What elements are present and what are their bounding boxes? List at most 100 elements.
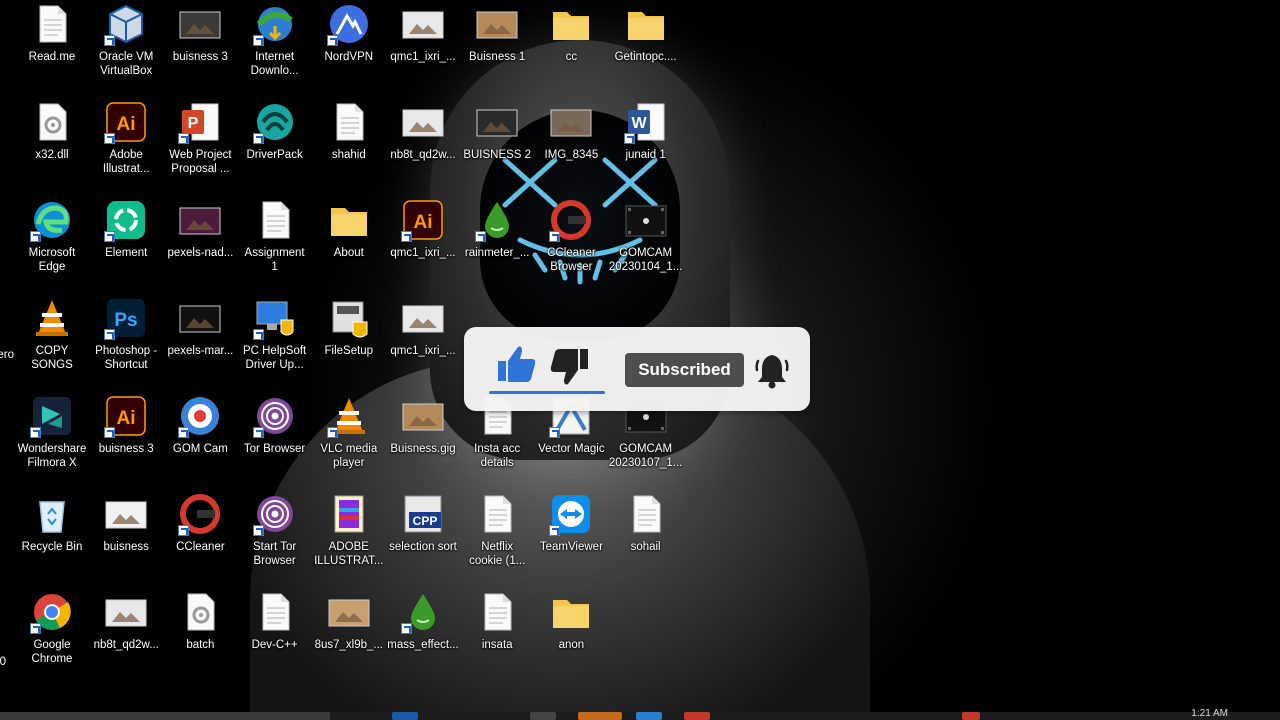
taskbar-app-4[interactable] — [636, 712, 662, 720]
image-thumb-icon — [178, 198, 222, 242]
desktop-icon[interactable]: Ai buisness 3 — [88, 392, 164, 484]
subscribed-button[interactable]: Subscribed — [625, 353, 744, 387]
shortcut-arrow-icon — [104, 35, 116, 46]
desktop-icon-label: Buisness 1 — [469, 51, 526, 63]
desktop-icon[interactable]: PC HelpSoft Driver Up... — [237, 294, 313, 386]
desktop-icon-label: PC HelpSoft Driver Up... — [242, 345, 307, 371]
desktop-icon-label: ADOBE ILLUSTRAT... — [314, 541, 384, 567]
desktop-icon-label: mass_effect... — [387, 639, 459, 651]
taskbar-search-box[interactable] — [0, 712, 330, 720]
desktop-icon[interactable]: mass_effect... — [385, 588, 461, 680]
desktop-icon[interactable]: Buisness.gig — [385, 392, 461, 484]
desktop-icon[interactable]: insata — [459, 588, 535, 680]
desktop-icon[interactable]: cc — [533, 0, 609, 92]
desktop-icon[interactable]: Recycle Bin — [14, 490, 90, 582]
taskbar-app-3[interactable] — [578, 712, 622, 720]
filmora-icon — [30, 394, 74, 438]
desktop-icon-label: Oracle VM VirtualBox — [99, 51, 154, 77]
shortcut-arrow-icon — [178, 133, 190, 144]
desktop-icon[interactable]: VLC media player — [311, 392, 387, 484]
illustrator-icon: Ai — [104, 100, 148, 144]
desktop-icon[interactable]: qmc1_ixri_... — [385, 294, 461, 386]
taskbar-clock[interactable]: 1:21 AM — [1191, 708, 1228, 719]
desktop-icon[interactable]: GOMCAM 20230104_1... — [608, 196, 684, 288]
desktop-icon[interactable]: CCleaner Browser — [533, 196, 609, 288]
desktop-icon[interactable]: 8us7_xl9b_... — [311, 588, 387, 680]
desktop-icon[interactable]: Tor Browser — [237, 392, 313, 484]
desktop-icon-label: Getintopc.... — [614, 51, 677, 63]
desktop-icon[interactable]: Dev-C++ — [237, 588, 313, 680]
desktop-icon[interactable]: Assignment 1 — [237, 196, 313, 288]
desktop-icon[interactable]: x32.dll — [14, 98, 90, 190]
desktop-icon[interactable]: Start Tor Browser — [237, 490, 313, 582]
bell-icon[interactable] — [754, 351, 790, 389]
taskbar-app-1[interactable] — [392, 712, 418, 720]
desktop-icon[interactable]: Ai qmc1_ixri_... — [385, 196, 461, 288]
desktop-icon[interactable]: TeamViewer — [533, 490, 609, 582]
desktop-icon-label: shahid — [331, 149, 366, 161]
desktop-icon[interactable]: sohail — [608, 490, 684, 582]
desktop-icon[interactable]: rainmeter_... — [459, 196, 535, 288]
desktop-icon-label: TeamViewer — [539, 541, 603, 553]
desktop-icon[interactable]: Oracle VM VirtualBox — [88, 0, 164, 92]
desktop-icon[interactable]: Read.me — [14, 0, 90, 92]
desktop-icon[interactable]: pexels-nad... — [162, 196, 238, 288]
desktop-icon[interactable]: ADOBE ILLUSTRAT... — [311, 490, 387, 582]
thumbs-down-icon[interactable] — [546, 343, 594, 391]
desktop-icon[interactable]: anon — [533, 588, 609, 680]
svg-text:CPP: CPP — [413, 514, 438, 528]
desktop-icon[interactable]: shahid — [311, 98, 387, 190]
driverpack-icon — [252, 100, 297, 144]
thumbs-up-icon[interactable] — [492, 341, 540, 389]
svg-text:Ai: Ai — [117, 114, 136, 135]
desktop-icon[interactable]: COPY SONGS — [14, 294, 90, 386]
svg-text:Ps: Ps — [115, 310, 138, 331]
desktop-icon[interactable]: IMG_8345 — [533, 98, 609, 190]
desktop-icon[interactable]: BUISNESS 2 — [459, 98, 535, 190]
desktop-icon[interactable]: batch — [162, 588, 238, 680]
desktop-icon[interactable]: P Web Project Proposal ... — [162, 98, 238, 190]
document-icon — [327, 100, 371, 144]
desktop-icon[interactable]: Buisness 1 — [459, 0, 535, 92]
desktop-icon[interactable]: Wondershare Filmora X — [14, 392, 90, 484]
desktop-icon[interactable]: CPP selection sort — [385, 490, 461, 582]
shortcut-arrow-icon — [549, 231, 561, 242]
subscribe-overlay-card: Subscribed — [464, 327, 810, 411]
desktop-icon-label: junaid 1 — [625, 149, 666, 161]
desktop-icon[interactable]: Google Chrome — [14, 588, 90, 680]
desktop-icon[interactable]: buisness 3 — [162, 0, 238, 92]
desktop-icon[interactable]: Internet Downlo... — [237, 0, 313, 92]
desktop-icon-label: FileSetup — [324, 345, 374, 357]
desktop-icon[interactable]: nb8t_qd2w... — [385, 98, 461, 190]
desktop-icon[interactable]: Wjunaid 1 — [608, 98, 684, 190]
desktop-icon[interactable]: About — [311, 196, 387, 288]
folder-icon — [549, 590, 593, 634]
desktop-icon[interactable]: Element — [88, 196, 164, 288]
image-thumb-icon — [401, 296, 445, 340]
desktop-icon[interactable]: Getintopc.... — [608, 0, 684, 92]
desktop-icon[interactable]: qmc1_ixri_... — [385, 0, 461, 92]
desktop-icon[interactable]: Netflix cookie (1... — [459, 490, 535, 582]
desktop-icon-label: Web Project Proposal ... — [169, 149, 232, 175]
desktop-icon[interactable]: CCleaner — [162, 490, 238, 582]
desktop-icon[interactable]: Microsoft Edge — [14, 196, 90, 288]
desktop-icon[interactable]: FileSetup — [311, 294, 387, 386]
desktop-icon-label: Wondershare Filmora X — [17, 443, 87, 469]
desktop-icon[interactable]: pexels-mar... — [162, 294, 238, 386]
desktop-icon-label: Internet Downlo... — [250, 51, 299, 77]
desktop-icon[interactable]: GOM Cam — [162, 392, 238, 484]
taskbar-tray-icon[interactable] — [962, 712, 980, 720]
winrar-icon — [327, 492, 371, 536]
desktop-icon-label: About — [333, 247, 364, 259]
image-thumb-icon — [327, 590, 371, 634]
desktop-icon[interactable]: Ai Adobe Illustrat... — [88, 98, 164, 190]
taskbar-app-2[interactable] — [530, 712, 556, 720]
desktop-icon[interactable]: DriverPack — [237, 98, 313, 190]
shortcut-arrow-icon — [252, 329, 264, 340]
desktop-icon[interactable]: NordVPN — [311, 0, 387, 92]
desktop-icon[interactable]: Ps Photoshop - Shortcut — [88, 294, 164, 386]
element-icon — [104, 198, 148, 242]
desktop-icon[interactable]: buisness — [88, 490, 164, 582]
desktop-icon[interactable]: nb8t_qd2w... — [88, 588, 164, 680]
taskbar-app-5[interactable] — [684, 712, 710, 720]
